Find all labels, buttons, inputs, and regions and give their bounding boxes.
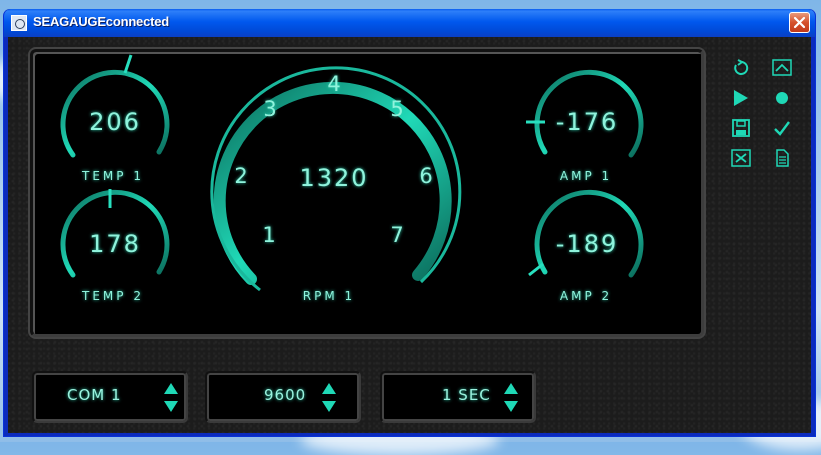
log-button[interactable] xyxy=(771,147,793,169)
baud-selector[interactable]: 9600 xyxy=(205,371,361,423)
client-area: 206 TEMP 1 178 TEMP 2 4 3 5 2 6 1 7 1320… xyxy=(8,37,811,433)
interval-value: 1 SEC xyxy=(442,386,491,404)
amp2-label: AMP 2 xyxy=(559,289,613,303)
baud-stepper-icon[interactable] xyxy=(320,381,338,415)
confirm-button[interactable] xyxy=(771,117,793,139)
temp2-value: 178 xyxy=(89,230,141,258)
close-icon xyxy=(793,16,806,29)
amp1-value: -176 xyxy=(555,108,619,136)
rpm-dial-6: 6 xyxy=(419,164,433,188)
play-icon xyxy=(734,90,748,106)
app-window: SEAGAUGEconnected 206 TEMP 1 178 TEMP 2 … xyxy=(3,9,816,437)
temp1-value: 206 xyxy=(89,108,141,136)
refresh-button[interactable] xyxy=(730,57,752,79)
temp1-label: TEMP 1 xyxy=(82,169,144,183)
amp2-value: -189 xyxy=(555,230,619,258)
app-icon xyxy=(11,15,27,31)
document-icon xyxy=(776,149,789,167)
port-value: COM 1 xyxy=(67,386,122,404)
title-bar[interactable]: SEAGAUGEconnected xyxy=(4,9,815,37)
gauge-panel: 206 TEMP 1 178 TEMP 2 4 3 5 2 6 1 7 1320… xyxy=(30,49,704,337)
amp1-label: AMP 1 xyxy=(559,169,613,183)
temp2-label: TEMP 2 xyxy=(82,289,144,303)
save-button[interactable] xyxy=(730,117,752,139)
interval-selector[interactable]: 1 SEC xyxy=(380,371,536,423)
close-gauges-button[interactable] xyxy=(730,147,752,169)
record-icon xyxy=(776,92,788,104)
rpm1-value: 1320 xyxy=(299,164,369,192)
rpm-dial-1: 1 xyxy=(262,223,276,247)
window-close-button[interactable] xyxy=(789,12,810,33)
refresh-icon xyxy=(734,59,749,75)
interval-stepper-icon[interactable] xyxy=(502,381,520,415)
rpm-dial-5: 5 xyxy=(390,97,404,121)
check-icon xyxy=(774,121,790,136)
rpm-dial-4: 4 xyxy=(327,72,341,96)
collapse-button[interactable] xyxy=(771,57,793,79)
save-icon xyxy=(732,119,750,137)
rpm1-label: RPM 1 xyxy=(302,289,356,303)
record-button[interactable] xyxy=(771,87,793,109)
close-icon xyxy=(731,149,751,167)
port-selector[interactable]: COM 1 xyxy=(32,371,188,423)
temp1-ring xyxy=(60,54,170,158)
rpm-dial-2: 2 xyxy=(234,164,248,188)
baud-value: 9600 xyxy=(264,386,307,404)
window-title: SEAGAUGEconnected xyxy=(33,14,170,29)
chevron-up-icon xyxy=(772,59,792,76)
port-stepper-icon[interactable] xyxy=(162,381,180,415)
play-button[interactable] xyxy=(730,87,752,109)
rpm-dial-7: 7 xyxy=(390,223,404,247)
rpm-dial-3: 3 xyxy=(263,97,277,121)
